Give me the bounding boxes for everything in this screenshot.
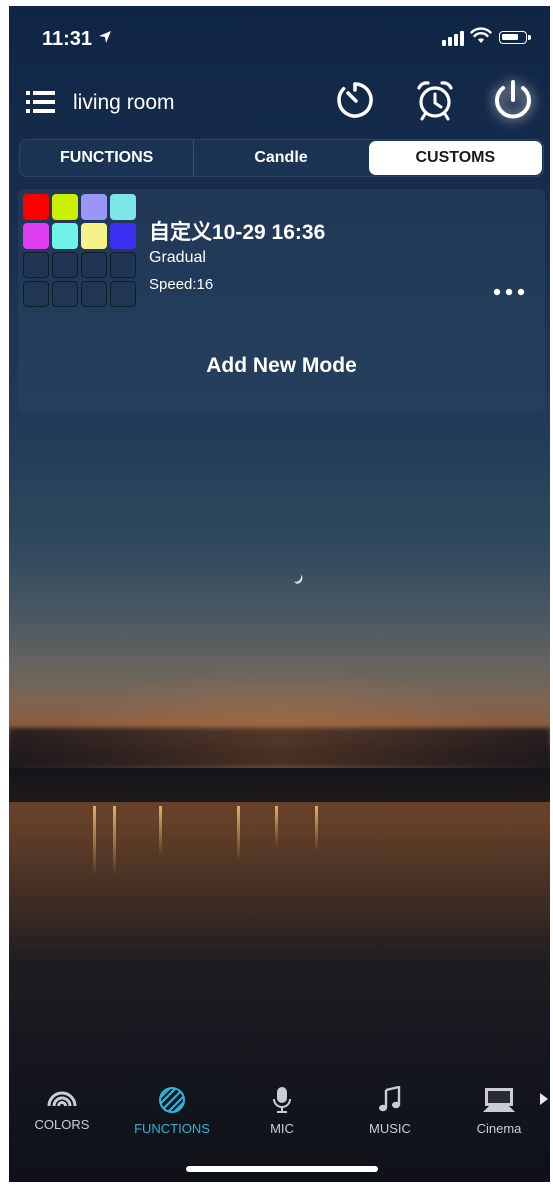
mode-type: Gradual xyxy=(149,249,206,266)
phone-screen: 11:31 living room FUNCTIONS Candle CUSTO… xyxy=(9,6,550,1182)
list-menu-icon[interactable] xyxy=(25,88,57,116)
cinema-screen-icon xyxy=(483,1088,515,1112)
mode-name[interactable]: 自定义10-29 16:36 xyxy=(149,216,325,246)
light-reflection xyxy=(159,806,162,856)
striped-circle-icon xyxy=(159,1087,185,1113)
tab-customs[interactable]: CUSTOMS xyxy=(368,141,542,175)
mode-tabs: FUNCTIONS Candle CUSTOMS xyxy=(19,139,544,177)
nav-label-cinema: Cinema xyxy=(476,1121,522,1136)
location-arrow-icon xyxy=(99,31,111,43)
cellular-signal-icon xyxy=(442,31,464,46)
nav-label-functions: FUNCTIONS xyxy=(134,1121,210,1136)
color-swatch xyxy=(52,194,78,220)
status-time: 11:31 xyxy=(42,28,93,50)
nav-label-mic: MIC xyxy=(270,1121,294,1136)
microphone-icon xyxy=(273,1087,291,1113)
music-note-icon xyxy=(379,1085,401,1112)
app-header: living room xyxy=(9,68,550,136)
tab-candle[interactable]: Candle xyxy=(194,140,367,176)
home-indicator[interactable] xyxy=(186,1166,378,1172)
empty-swatch xyxy=(110,252,136,278)
empty-swatch xyxy=(52,252,78,278)
nav-label-music: MUSIC xyxy=(369,1121,411,1136)
more-options-icon[interactable] xyxy=(491,285,527,299)
alarm-clock-icon[interactable] xyxy=(413,78,457,122)
color-swatch xyxy=(110,223,136,249)
empty-swatch xyxy=(110,281,136,307)
add-new-mode-button[interactable]: Add New Mode xyxy=(18,339,545,393)
color-swatch xyxy=(81,223,107,249)
battery-icon xyxy=(499,31,531,44)
nav-cinema[interactable]: Cinema xyxy=(454,1086,544,1136)
color-swatch xyxy=(52,223,78,249)
shoreline xyxy=(9,768,550,802)
status-bar: 11:31 xyxy=(9,6,550,68)
color-swatch xyxy=(23,194,49,220)
nav-mic[interactable]: MIC xyxy=(237,1086,327,1136)
moon xyxy=(291,571,303,584)
power-icon[interactable] xyxy=(489,76,537,124)
empty-swatch xyxy=(23,252,49,278)
bottom-nav: COLORS FUNCTIONS MIC MUSIC Cinema xyxy=(9,1076,550,1156)
tab-functions[interactable]: FUNCTIONS xyxy=(20,140,195,176)
cloud-band xyxy=(9,728,550,766)
light-reflection xyxy=(113,806,116,876)
nav-functions[interactable]: FUNCTIONS xyxy=(127,1086,217,1136)
mode-speed: Speed:16 xyxy=(149,276,214,293)
water-reflection xyxy=(9,802,550,962)
color-swatch xyxy=(23,223,49,249)
color-swatch xyxy=(81,194,107,220)
empty-swatch xyxy=(23,281,49,307)
light-reflection xyxy=(237,806,240,861)
wifi-icon xyxy=(470,27,492,43)
light-reflection xyxy=(93,806,96,876)
nav-music[interactable]: MUSIC xyxy=(345,1085,435,1136)
color-swatch xyxy=(110,194,136,220)
empty-swatch xyxy=(81,252,107,278)
light-reflection xyxy=(275,806,278,846)
timer-icon[interactable] xyxy=(335,80,375,120)
empty-swatch xyxy=(81,281,107,307)
room-name[interactable]: living room xyxy=(73,91,175,115)
empty-swatch xyxy=(52,281,78,307)
scroll-right-arrow-icon[interactable] xyxy=(539,1092,549,1106)
custom-mode-list: 自定义10-29 16:36 Gradual Speed:16 Add New … xyxy=(18,189,545,411)
mode-color-grid[interactable] xyxy=(23,194,139,310)
nav-label-colors: COLORS xyxy=(34,1117,90,1132)
light-reflection xyxy=(315,806,318,851)
nav-colors[interactable]: COLORS xyxy=(17,1086,107,1132)
rainbow-icon xyxy=(47,1091,77,1107)
